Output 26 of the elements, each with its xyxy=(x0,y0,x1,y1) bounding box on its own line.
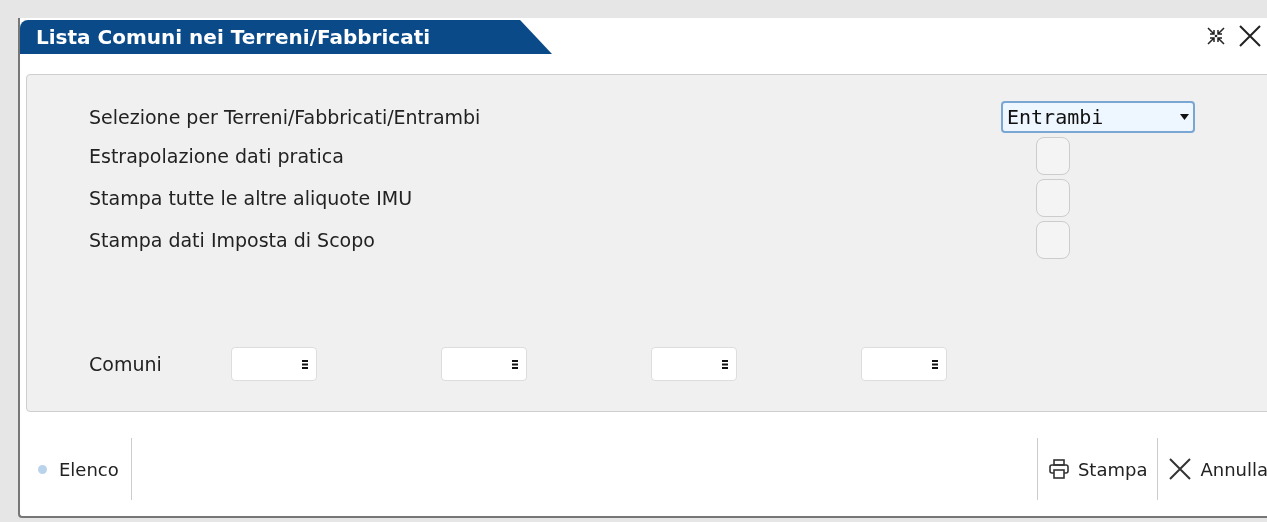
cancel-button[interactable]: Annulla xyxy=(1157,438,1267,500)
caret-icon xyxy=(1180,114,1189,120)
list-icon[interactable] xyxy=(722,359,728,369)
checkbox[interactable] xyxy=(1036,221,1070,259)
input-field[interactable] xyxy=(231,347,317,381)
checkbox[interactable] xyxy=(1036,137,1070,175)
close-icon xyxy=(1168,457,1193,481)
list-button[interactable]: Elenco xyxy=(20,438,132,500)
window-title: Lista Comuni nei Terreni/Fabbricati xyxy=(20,20,552,54)
list-icon[interactable] xyxy=(932,359,938,369)
field-label: Comuni xyxy=(89,351,163,377)
dropdown[interactable]: Entrambi xyxy=(1001,101,1195,133)
field-label: Estrapolazione dati pratica xyxy=(89,143,345,169)
field-label: Stampa tutte le altre aliquote IMU xyxy=(89,185,414,211)
input-field[interactable] xyxy=(441,347,527,381)
close-icon[interactable] xyxy=(1238,24,1262,48)
list-icon[interactable] xyxy=(302,359,308,369)
collapse-icon[interactable] xyxy=(1206,26,1226,46)
input-field[interactable] xyxy=(651,347,737,381)
field-label: Stampa dati Imposta di Scopo xyxy=(89,227,376,253)
field-label: Selezione per Terreni/Fabbricati/Entrambi xyxy=(89,104,482,130)
list-icon[interactable] xyxy=(512,359,518,369)
checkbox[interactable] xyxy=(1036,179,1070,217)
input-field[interactable] xyxy=(861,347,947,381)
printer-icon xyxy=(1047,458,1070,480)
print-button[interactable]: Stampa xyxy=(1036,438,1158,500)
